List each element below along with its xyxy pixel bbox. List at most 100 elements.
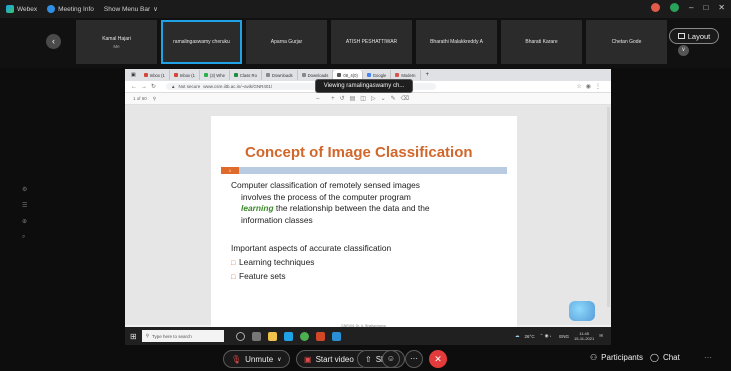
reactions-button[interactable]: ☺ [382, 350, 400, 368]
file-explorer-icon[interactable] [267, 331, 277, 341]
participants-button[interactable]: ⚇ Participants [590, 353, 643, 362]
slide-body: Computer classification of remotely sens… [231, 180, 501, 226]
browser-tab[interactable]: (3) Whe [200, 70, 230, 80]
search-icon[interactable]: ⚲ [153, 96, 156, 102]
tab-label: Inbox (1 [179, 72, 196, 78]
participant-tile[interactable]: Aparna Gurjar [246, 20, 327, 64]
slide-number: 1 [221, 167, 239, 174]
tab-actions-icon[interactable]: ▣ [131, 72, 136, 78]
list-item: □ Feature sets [231, 270, 391, 285]
mail-icon[interactable] [331, 331, 341, 341]
aspects-heading: Important aspects of accurate classifica… [231, 243, 392, 253]
status-red-icon[interactable] [651, 3, 660, 12]
bullet-icon: □ [231, 259, 236, 267]
participant-name: ramalingaswamy cheruku [173, 39, 230, 45]
language-label[interactable]: ENG [559, 334, 569, 339]
zoom-in-button[interactable]: + [331, 96, 340, 102]
list-item-text: Learning techniques [239, 256, 315, 267]
status-green-icon[interactable] [670, 3, 679, 12]
google-icon [366, 73, 371, 77]
navigation-icons[interactable]: ←→↻ [131, 83, 160, 90]
overflow-button[interactable]: ⋯ [704, 353, 712, 362]
body-line: learning the relationship between the da… [231, 203, 501, 215]
slide-title: Concept of Image Classification [245, 144, 473, 161]
close-window-button[interactable]: ✕ [718, 3, 725, 12]
classroom-icon [233, 73, 238, 77]
body-line: involves the process of the computer pro… [241, 191, 411, 202]
chevron-down-icon[interactable]: ∨ [277, 356, 281, 363]
participant-sub: Me [113, 43, 120, 49]
list-item: □ Learning techniques [231, 256, 391, 271]
maximize-button[interactable]: □ [703, 3, 708, 12]
windows-start-icon[interactable]: ⊞ [130, 332, 137, 341]
weather-text[interactable]: 26°C [525, 334, 535, 339]
participant-name: Kamal Hajari [102, 35, 131, 42]
clock[interactable]: 11:45 15-11-2021 [574, 331, 594, 341]
notifications-icon[interactable]: ✉ [599, 333, 603, 339]
zoom-out-button[interactable]: – [316, 96, 324, 102]
window-controls: – □ ✕ [651, 3, 725, 12]
participant-tile[interactable]: ATISH PESHATTIWAR [331, 20, 412, 64]
participant-name: Aparna Gurjar [270, 39, 303, 45]
shared-screen: ▣ Inbox (1 Inbox (1 (3) Whe Class Ro Dow… [125, 69, 611, 345]
participant-tile[interactable]: Kamal Hajari Me [76, 20, 157, 64]
taskbar-search[interactable]: ⚲ Type here to search [141, 330, 224, 342]
weather-icon[interactable]: ☁ [515, 333, 520, 339]
gmail-icon [143, 73, 148, 77]
browser-tab[interactable]: Inbox (1 [140, 70, 170, 80]
more-options-button[interactable]: ⋯ [405, 350, 423, 368]
pdf-tools[interactable]: – +↺▤◫▷⌄✎⌫ [316, 95, 414, 102]
tab-label: (3) Whe [210, 72, 225, 78]
clock-date: 15-11-2021 [574, 336, 595, 341]
extension-icons[interactable]: ☆◉⋮ [576, 83, 605, 90]
show-menu-bar-button[interactable]: Show Menu Bar ∨ [103, 5, 158, 14]
share-icon: ⇧ [365, 354, 372, 364]
participant-tile[interactable]: Bharathi Malakkreddy A [416, 20, 497, 64]
powerpoint-icon[interactable] [315, 331, 325, 341]
minimize-button[interactable]: – [689, 3, 693, 12]
browser-tab[interactable]: Downloads [262, 70, 298, 80]
pdf-scrollbar[interactable] [607, 107, 610, 307]
new-tab-icon[interactable]: + [426, 72, 430, 78]
leave-meeting-button[interactable]: ✕ [429, 350, 447, 368]
participant-tiles: Kamal Hajari Me ramalingaswamy cheruku A… [76, 20, 667, 64]
previous-participants-button[interactable]: ‹ [46, 34, 61, 49]
participant-tile-active[interactable]: ramalingaswamy cheruku [161, 20, 242, 64]
list-icon[interactable]: ☰ [22, 202, 27, 209]
browser-tab[interactable]: Inbox (1 [170, 70, 201, 80]
zoom-in-icon[interactable]: ⊕ [22, 218, 27, 225]
webex-taskbar-icon[interactable] [283, 331, 293, 341]
tab-label: Google [372, 72, 387, 78]
whatsapp-icon [204, 73, 209, 77]
layout-icon [677, 33, 685, 39]
unmute-button[interactable]: 🎙 Unmute ∨ [223, 350, 290, 368]
browser-tab[interactable]: Class Ro [230, 70, 262, 80]
layout-button[interactable]: Layout [669, 28, 719, 44]
strip-more-button[interactable]: ∨ [678, 45, 689, 56]
tab-label: Downloads [307, 72, 329, 78]
page-counter[interactable]: 1 of 60 [133, 96, 147, 101]
settings-icon[interactable]: ⚙ [22, 186, 27, 193]
webex-app-menu[interactable]: Webex [6, 5, 37, 13]
tab-label: Downloads [271, 72, 293, 78]
participant-name: Chetan Gode [611, 39, 642, 45]
participant-tile[interactable]: Chetan Gode [586, 20, 667, 64]
body-line: information classes [241, 214, 313, 225]
search-icon[interactable]: ⌕ [22, 234, 27, 241]
tab-label: Modern [401, 72, 416, 78]
participant-tile[interactable]: Bharati Karare [501, 20, 582, 64]
meeting-info-button[interactable]: Meeting Info [47, 5, 94, 13]
list-item-text: Feature sets [239, 271, 286, 281]
search-icon: ⚲ [145, 333, 149, 338]
participant-name: Bharathi Malakkreddy A [430, 39, 483, 45]
task-view-icon[interactable] [251, 331, 261, 341]
chrome-icon[interactable] [299, 331, 309, 341]
chat-button[interactable]: ◯ Chat [650, 353, 680, 362]
search-placeholder: Type here to search [152, 333, 192, 339]
layout-label: Layout [687, 31, 711, 41]
cortana-icon[interactable] [235, 331, 245, 341]
warning-icon: ▲ [171, 84, 176, 89]
show-menu-label: Show Menu Bar [103, 5, 151, 13]
tray-icons[interactable]: ⌃ ◉ ♩ [540, 333, 555, 339]
body-line: Computer classification of remotely sens… [231, 180, 420, 190]
